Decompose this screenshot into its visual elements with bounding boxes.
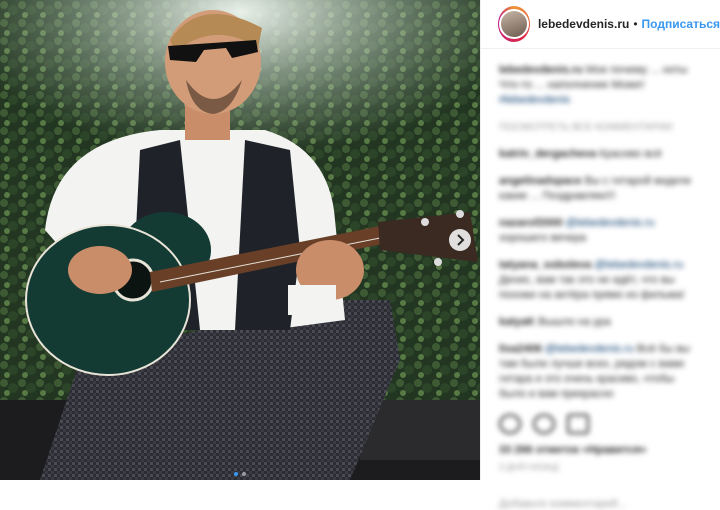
comment-text: Вышло на ура	[538, 316, 611, 328]
carousel-dot	[242, 472, 246, 476]
separator-dot: •	[633, 17, 638, 31]
follow-button[interactable]: Подписаться	[642, 17, 720, 31]
username-link[interactable]: lebedevdenis.ru	[538, 17, 629, 31]
comment-text: Денис, вам так это не идёт, что вы похож…	[499, 274, 685, 301]
comment-tag[interactable]: #lebedevdenis	[499, 94, 570, 106]
comment-input[interactable]: Добавьте комментарий...	[499, 498, 704, 510]
heart-icon[interactable]	[499, 414, 521, 434]
carousel-next-button[interactable]	[449, 229, 471, 251]
comment-text: хорошего вечера	[499, 232, 587, 244]
comment-user[interactable]: tatyana_soboleva	[499, 259, 591, 271]
comment-user[interactable]: katyaK	[499, 316, 535, 328]
post-photo[interactable]	[0, 0, 480, 480]
comment-user[interactable]: lisa2406	[499, 343, 542, 355]
carousel-dots	[0, 472, 480, 476]
post-header: lebedevdenis.ru • Подписаться	[481, 0, 720, 49]
comment-icon[interactable]	[533, 414, 555, 434]
list-item: nazarof2000 @lebedevdenis.ru хорошего ве…	[499, 216, 704, 246]
comment-text: Красиво всё	[599, 148, 662, 160]
comment-tag[interactable]: @lebedevdenis.ru	[594, 259, 683, 271]
post-sidebar: lebedevdenis.ru • Подписаться lebedevden…	[480, 0, 720, 510]
likes-count[interactable]: 33 266 отметок «Нравится»	[499, 444, 704, 456]
comment-tag[interactable]: @lebedevdenis.ru	[566, 217, 655, 229]
view-all-label: ПОСМОТРЕТЬ ВСЕ КОММЕНТАРИИ	[499, 122, 673, 133]
caption: lebedevdenis.ru Мое почему ... ноты Что-…	[499, 63, 704, 108]
chevron-right-icon	[455, 234, 465, 246]
comment-tag[interactable]: @lebedevdenis.ru	[545, 343, 634, 355]
avatar-image	[498, 9, 529, 39]
comment-user[interactable]: lebedevdenis.ru	[499, 64, 583, 76]
view-all-comments[interactable]: ПОСМОТРЕТЬ ВСЕ КОММЕНТАРИИ	[499, 120, 704, 135]
comments-list: lebedevdenis.ru Мое почему ... ноты Что-…	[481, 49, 720, 510]
list-item: tatyana_soboleva @lebedevdenis.ru Денис,…	[499, 258, 704, 303]
share-icon[interactable]	[567, 414, 589, 434]
action-bar	[499, 414, 704, 434]
list-item: lisa2406 @lebedevdenis.ru Всё бы вы там …	[499, 342, 704, 402]
comment-user[interactable]: angelinadspace	[499, 175, 582, 187]
list-item: angelinadspace Вы с гитарой видели какие…	[499, 174, 704, 204]
comment-user[interactable]: katrin_dergacheva	[499, 148, 596, 160]
photo-illustration	[0, 0, 480, 480]
avatar[interactable]	[498, 6, 530, 42]
post-date: 3 ДНЯ НАЗАД	[499, 462, 559, 472]
list-item: katyaK Вышло на ура	[499, 315, 704, 330]
comment-user[interactable]: nazarof2000	[499, 217, 563, 229]
carousel-dot-active	[234, 472, 238, 476]
list-item: katrin_dergacheva Красиво всё	[499, 147, 704, 162]
